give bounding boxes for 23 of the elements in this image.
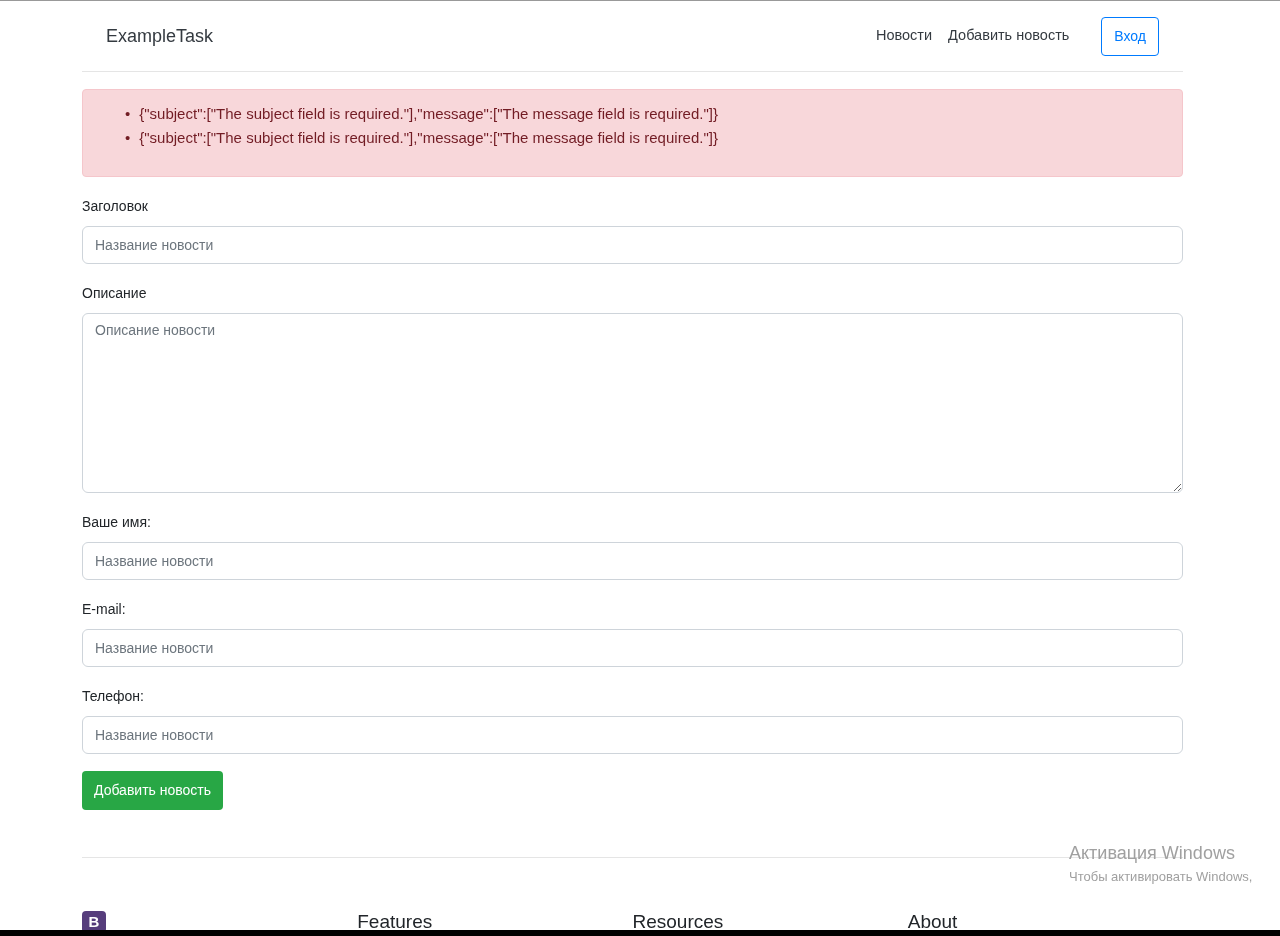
nav-link[interactable]: Новости: [875, 25, 933, 47]
input-field[interactable]: Название новости: [82, 542, 1183, 580]
activation-text: Чтобы активировать Windows,: [1069, 868, 1253, 886]
field-label: Описание: [82, 284, 148, 303]
field-label: E-mail:: [82, 600, 127, 619]
textarea-field[interactable]: Описание новости: [82, 313, 1183, 493]
field-label: Заголовок: [82, 197, 149, 216]
brand-link[interactable]: ExampleTask: [106, 22, 214, 50]
list-bullet: •: [125, 128, 131, 148]
nav-link[interactable]: Добавить новость: [948, 25, 1070, 47]
input-field[interactable]: Название новости: [82, 629, 1183, 667]
list-bullet: •: [125, 104, 131, 124]
input-field[interactable]: Название новости: [82, 226, 1183, 264]
error-message: {"subject":["The subject field is required."],"message":["The message field is required."]}: [139, 104, 718, 124]
error-message: {"subject":["The subject field is required."],"message":["The message field is required."]}: [139, 128, 718, 148]
footer-heading: Resources: [632, 911, 724, 932]
footer-heading: Features: [357, 911, 433, 932]
footer-heading: About: [907, 911, 958, 932]
activation-title: Активация Windows: [1069, 842, 1236, 865]
field-label: Ваше имя:: [82, 513, 152, 532]
login-button[interactable]: Вход: [1101, 16, 1159, 56]
field-label: Телефон:: [82, 687, 145, 706]
input-field[interactable]: Название новости: [82, 716, 1183, 754]
